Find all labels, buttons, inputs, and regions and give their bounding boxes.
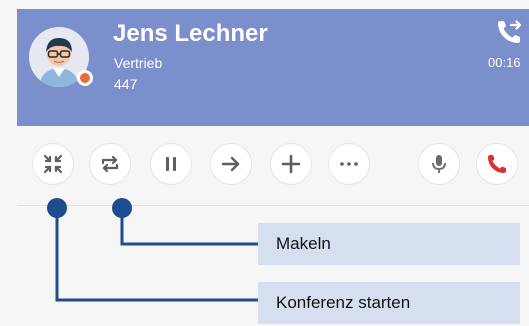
makeln-marker-dot — [112, 198, 132, 218]
konferenz-marker-dot — [47, 198, 67, 218]
callout-konferenz: Konferenz starten — [258, 282, 520, 324]
callout-makeln-label: Makeln — [276, 234, 331, 253]
callout-konferenz-label: Konferenz starten — [276, 293, 411, 312]
callout-makeln: Makeln — [258, 223, 520, 265]
callout-lines — [47, 198, 262, 302]
makeln-connector-line — [120, 210, 262, 246]
konferenz-connector-line — [55, 210, 262, 302]
